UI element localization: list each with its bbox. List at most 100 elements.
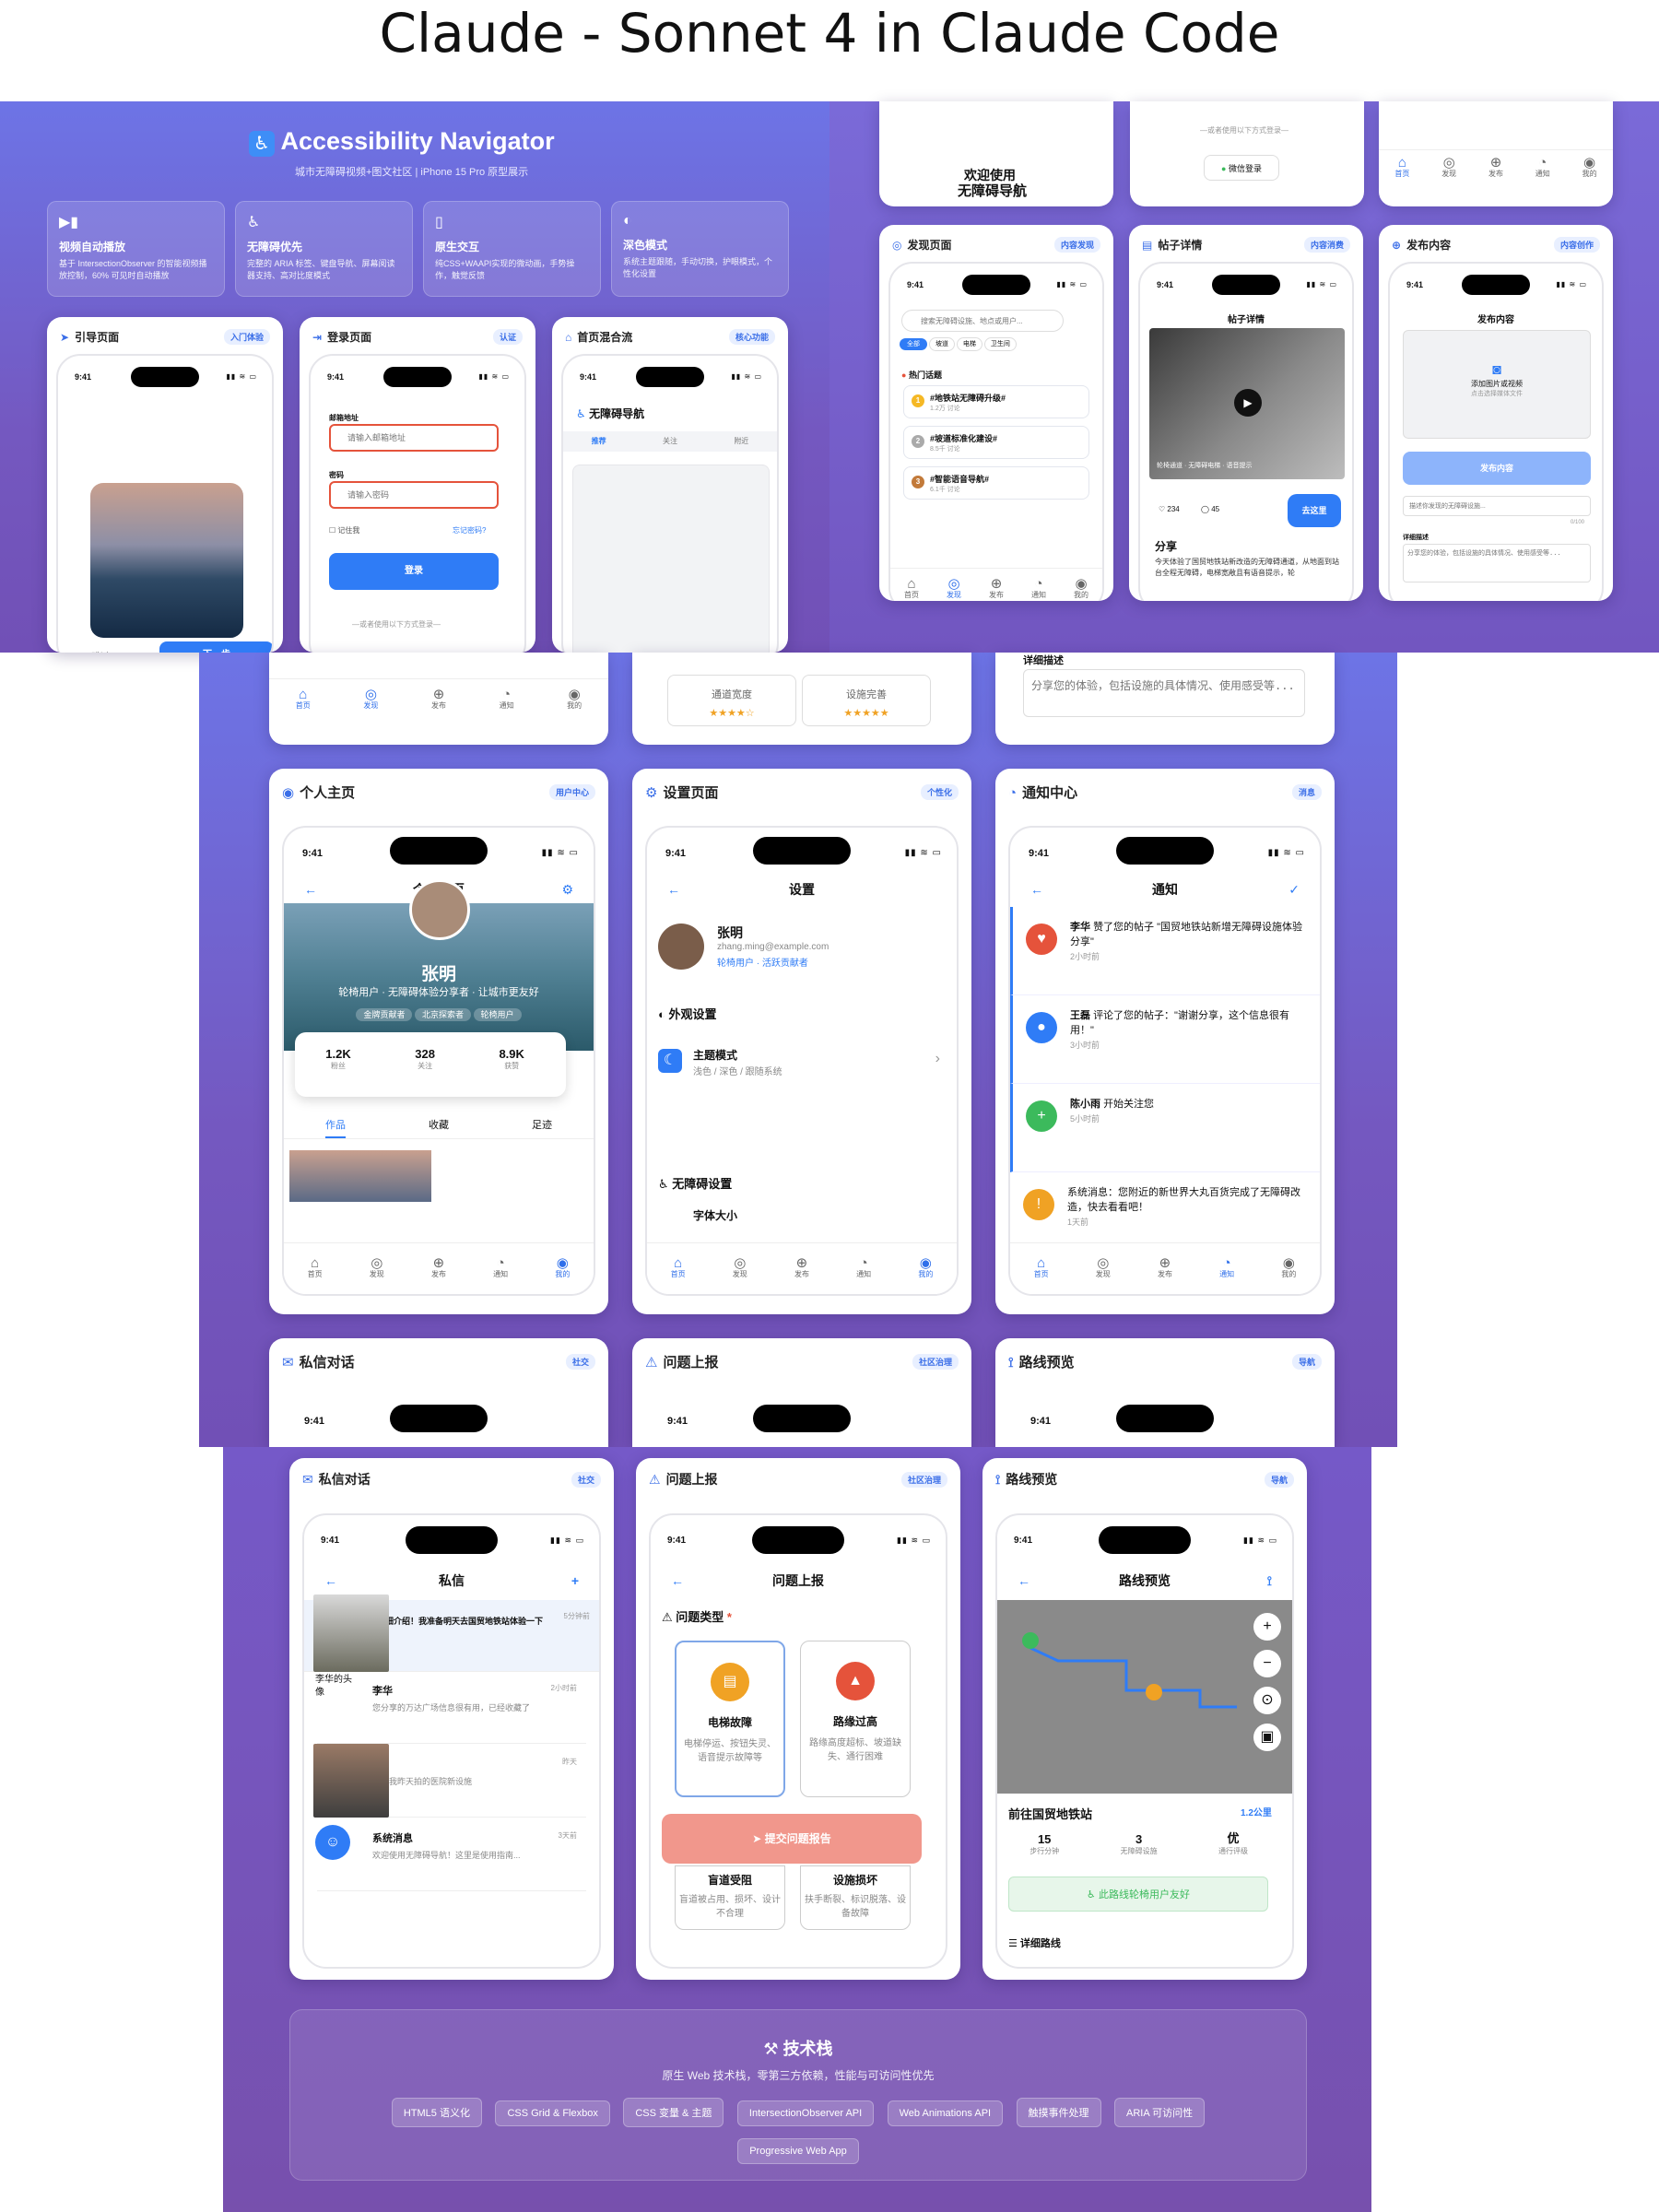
detail-textarea[interactable] (1403, 544, 1591, 582)
issue-option-blind[interactable]: 盲道受阻 盲道被占用、损坏、设计不合理 (675, 1865, 785, 1930)
rating-width[interactable]: 通道宽度 ★★★★☆ (667, 675, 796, 726)
back-icon[interactable]: ← (1018, 1567, 1030, 1594)
cube-button[interactable]: ▣ (1253, 1724, 1281, 1751)
nav-me[interactable]: ◉ 我的 (1281, 1256, 1296, 1280)
stat-followers[interactable]: 1.2K 粉丝 (295, 1047, 382, 1071)
wechat-login-button[interactable]: ● 微信登录 (1204, 155, 1279, 181)
topic-item[interactable]: 1 #地铁站无障碍升级# 1.2万 讨论 (903, 385, 1089, 418)
nav-home[interactable]: ⌂ 首页 (296, 688, 311, 712)
rank-icon: 1 (912, 394, 924, 407)
nav-discover[interactable]: ◎ 发现 (370, 1256, 384, 1280)
issue-option-facility[interactable]: 设施损坏 扶手断裂、标识脱落、设备故障 (800, 1865, 911, 1930)
forgot-link[interactable]: 忘记密码? (453, 525, 486, 535)
email-field[interactable] (329, 424, 499, 452)
rating-facility[interactable]: 设施完善 ★★★★★ (802, 675, 931, 726)
zoom-in-button[interactable]: + (1253, 1613, 1281, 1641)
nav-publish[interactable]: ⊕ 发布 (1158, 1256, 1172, 1280)
nav-notify[interactable]: ◔ 通知 (1219, 1256, 1234, 1280)
nav-home[interactable]: ⌂ 首页 (904, 577, 919, 601)
nav-me[interactable]: ◉ 我的 (567, 688, 582, 712)
back-icon[interactable]: ← (304, 876, 317, 903)
nav-notify[interactable]: ◔ 通知 (1535, 156, 1550, 180)
route-map[interactable]: + − ⊙ ▣ (997, 1600, 1292, 1794)
nav-publish[interactable]: ⊕ 发布 (1488, 156, 1503, 180)
detail-textarea[interactable] (1023, 669, 1305, 717)
stat-following[interactable]: 328 关注 (382, 1047, 468, 1071)
issue-option-elevator[interactable]: ▤ 电梯故障 电梯停运、按钮失灵、语音提示故障等 (675, 1641, 785, 1797)
submit-report-button[interactable]: ➤ 提交问题报告 (662, 1814, 922, 1864)
skip-button[interactable]: 跳过 (91, 649, 110, 653)
search-input[interactable] (901, 310, 1064, 332)
back-icon[interactable]: ← (324, 1567, 337, 1594)
media-upload[interactable]: ◙ 添加图片或视频 点击选择媒体文件 (1403, 330, 1591, 439)
nav-me[interactable]: ◉ 我的 (555, 1256, 570, 1280)
nav-publish[interactable]: ⊕ 发布 (989, 577, 1004, 601)
nav-publish[interactable]: ⊕ 发布 (431, 1256, 446, 1280)
nav-discover[interactable]: ◎ 发现 (1441, 156, 1456, 180)
topic-item[interactable]: 3 #智能语音导航# 6.1千 讨论 (903, 466, 1089, 500)
notification-item[interactable]: ● 王磊 评论了您的帖子："谢谢分享，这个信息很有用！" 3小时前 (1010, 995, 1320, 1084)
plus-icon[interactable]: + (571, 1567, 579, 1594)
nav-home[interactable]: ⌂ 首页 (1394, 156, 1409, 180)
gear-icon[interactable]: ⚙ (561, 876, 573, 903)
chip-all[interactable]: 全部 (900, 338, 927, 350)
nav-publish[interactable]: ⊕ 发布 (794, 1256, 809, 1280)
tab-favorites[interactable]: 收藏 (429, 1117, 449, 1138)
nav-me[interactable]: ◉ 我的 (918, 1256, 933, 1280)
theme-setting[interactable]: ☾ 主题模式 浅色 / 深色 / 跟随系统 › (658, 1045, 940, 1091)
star-rating[interactable]: ★★★★☆ (668, 707, 795, 719)
nav-home[interactable]: ⌂ 首页 (308, 1256, 323, 1280)
tab-footprint[interactable]: 足迹 (532, 1117, 552, 1138)
stat-likes[interactable]: 8.9K 获赞 (468, 1047, 555, 1071)
nav-notify[interactable]: ◔ 通知 (856, 1256, 871, 1280)
nav-me[interactable]: ◉ 我的 (1074, 577, 1088, 601)
nav-me[interactable]: ◉ 我的 (1583, 156, 1597, 180)
tab-nearby[interactable]: 附近 (734, 431, 748, 452)
work-thumb[interactable] (289, 1150, 431, 1202)
like-count[interactable]: ♡ 234 (1159, 505, 1180, 513)
locate-button[interactable]: ⊙ (1253, 1687, 1281, 1714)
next-button[interactable]: 下一步 (159, 641, 272, 653)
zoom-out-button[interactable]: − (1253, 1650, 1281, 1677)
route-icon[interactable]: ⟟ (1267, 1567, 1272, 1594)
check-icon[interactable]: ✓ (1288, 876, 1300, 903)
nav-notify[interactable]: ◔ 通知 (500, 688, 514, 712)
play-icon[interactable]: ▶ (1234, 389, 1262, 417)
remember-checkbox[interactable]: ☐ 记住我 (329, 525, 359, 535)
login-button[interactable]: 登录 (329, 553, 499, 590)
chip-ramp[interactable]: 坡道 (928, 337, 955, 351)
nav-discover[interactable]: ◎ 发现 (1096, 1256, 1111, 1280)
nav-home[interactable]: ⌂ 首页 (1034, 1256, 1049, 1280)
back-icon[interactable]: ← (667, 876, 680, 903)
nav-discover[interactable]: ◎ 发现 (947, 577, 961, 601)
back-icon[interactable]: ← (1030, 876, 1043, 903)
tab-recommend[interactable]: 推荐 (592, 431, 606, 452)
password-field[interactable] (329, 481, 499, 509)
topic-item[interactable]: 2 #坡道标准化建设# 8.5千 讨论 (903, 426, 1089, 459)
nav-discover[interactable]: ◎ 发现 (363, 688, 378, 712)
tab-following[interactable]: 关注 (663, 431, 677, 452)
publish-button[interactable]: 发布内容 (1403, 452, 1591, 485)
tech-item: CSS Grid & Flexbox (495, 2100, 610, 2126)
nav-publish[interactable]: ⊕ 发布 (431, 688, 446, 712)
status-icons: ▮▮ ≋ ▭ (1306, 280, 1337, 288)
star-rating[interactable]: ★★★★★ (803, 707, 930, 719)
video-player[interactable]: ▶ 轮椅通道 · 无障碍电梯 · 语音提示 (1149, 328, 1345, 479)
navigate-here-button[interactable]: 去这里 (1288, 494, 1341, 527)
back-icon[interactable]: ← (671, 1567, 684, 1594)
comment-count[interactable]: ◯ 45 (1201, 505, 1219, 513)
title-input[interactable] (1403, 496, 1591, 516)
issue-option-curb[interactable]: ▲ 路缘过高 路缘高度超标、坡道缺失、通行困难 (800, 1641, 911, 1797)
chip-elevator[interactable]: 电梯 (956, 337, 982, 351)
tab-works[interactable]: 作品 (325, 1117, 346, 1138)
notification-item[interactable]: + 陈小雨 开始关注您 5小时前 (1010, 1084, 1320, 1172)
nav-notify[interactable]: ◔ 通知 (493, 1256, 508, 1280)
nav-home[interactable]: ⌂ 首页 (671, 1256, 686, 1280)
message-item[interactable]: 李华 您分享的万达广场信息很有用，已经收藏了 2小时前 (317, 1672, 586, 1744)
message-item[interactable]: 系统消息 欢迎使用无障碍导航！这里是使用指南... 3天前 (317, 1819, 586, 1891)
nav-notify[interactable]: ◔ 通知 (1031, 577, 1046, 601)
notification-item[interactable]: ♥ 李华 赞了您的帖子 "国贸地铁站新增无障碍设施体验分享" 2小时前 (1010, 907, 1320, 995)
nav-discover[interactable]: ◎ 发现 (733, 1256, 747, 1280)
font-size-setting[interactable]: 字体大小 (693, 1207, 737, 1223)
chip-toilet[interactable]: 卫生间 (983, 337, 1017, 351)
